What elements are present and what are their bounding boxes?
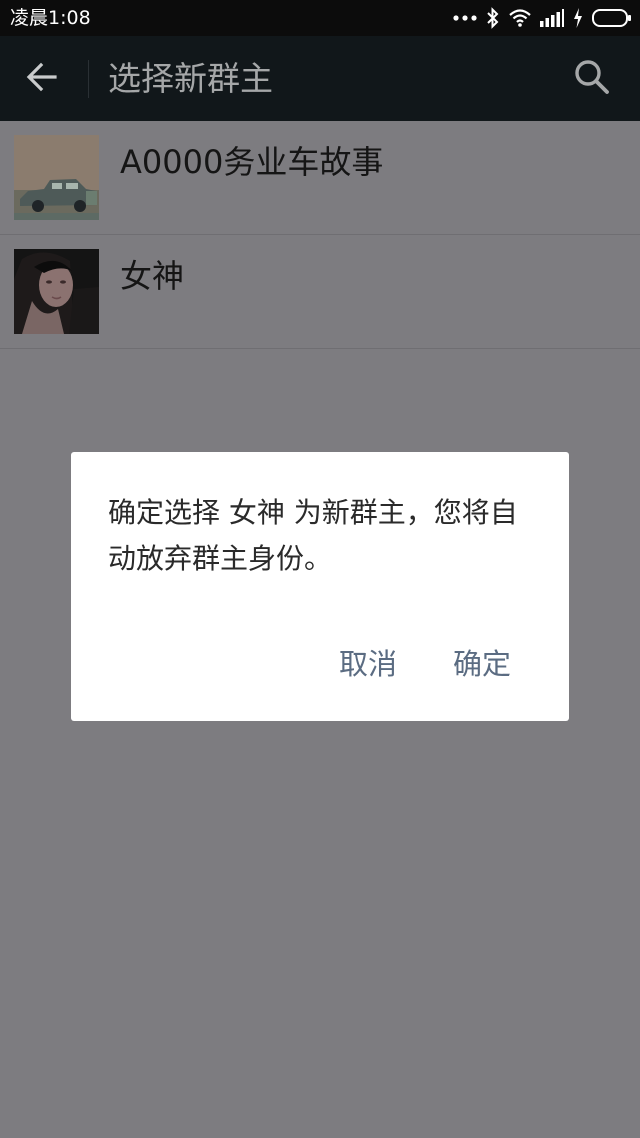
confirm-dialog: 确定选择 女神 为新群主，您将自动放弃群主身份。 取消 确定 (71, 452, 569, 721)
cancel-button[interactable]: 取消 (335, 642, 401, 686)
member-name: 女神 (120, 257, 185, 295)
dots-icon (453, 14, 477, 22)
action-bar: 选择新群主 (0, 36, 640, 121)
bluetooth-icon (486, 7, 500, 29)
car-photo-icon (14, 135, 99, 220)
status-bar: 凌晨1:08 (0, 0, 640, 36)
arrow-left-icon (26, 62, 58, 96)
avatar (14, 135, 99, 220)
member-list: A0000务业车故事 女神 (0, 121, 640, 349)
signal-icon (540, 9, 564, 27)
search-icon (574, 59, 610, 99)
wifi-icon (509, 9, 531, 27)
status-icons (453, 6, 632, 30)
title-divider (88, 60, 89, 98)
confirm-button[interactable]: 确定 (449, 642, 515, 686)
charging-icon (573, 8, 583, 28)
search-button[interactable] (568, 56, 616, 102)
avatar (14, 249, 99, 334)
dialog-message: 确定选择 女神 为新群主，您将自动放弃群主身份。 (108, 496, 518, 575)
list-item[interactable]: A0000务业车故事 (0, 121, 640, 235)
status-time: 凌晨1:08 (10, 7, 91, 29)
back-button[interactable] (18, 57, 66, 101)
portrait-photo-icon (14, 249, 99, 334)
list-item[interactable]: 女神 (0, 235, 640, 349)
member-name: A0000务业车故事 (120, 143, 384, 181)
battery-icon (592, 8, 632, 28)
page-title: 选择新群主 (108, 59, 273, 98)
